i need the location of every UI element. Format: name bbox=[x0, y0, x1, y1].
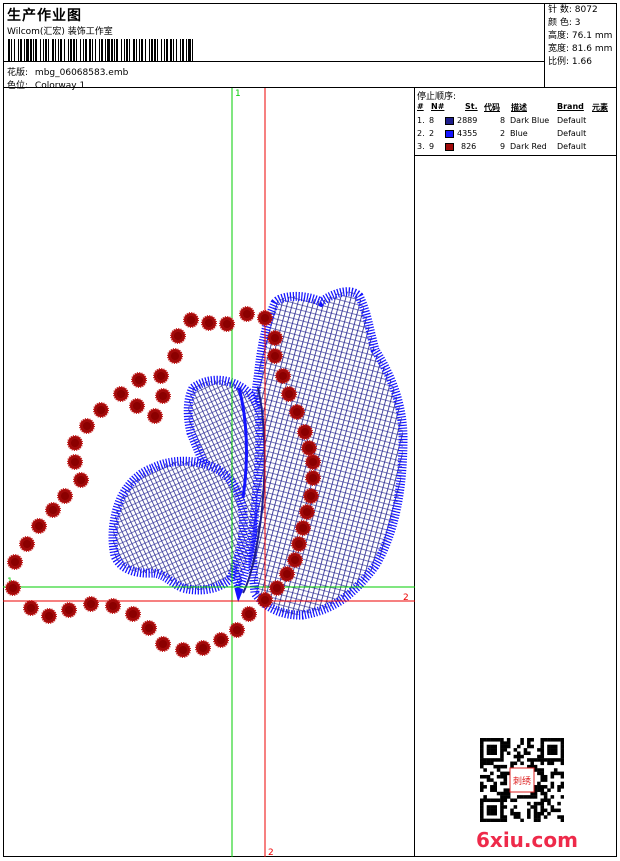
red-dot bbox=[303, 488, 319, 504]
red-dot bbox=[267, 348, 283, 364]
red-dot bbox=[287, 552, 303, 568]
red-dot bbox=[195, 640, 211, 656]
stat-scale: 比例: 1.66 bbox=[548, 57, 592, 67]
color-swatch bbox=[445, 117, 454, 125]
col-needle: N# bbox=[431, 102, 445, 111]
red-dot bbox=[113, 386, 129, 402]
header-panel: 生产作业图 Wilcom(汇宏) 装饰工作室 花版: mbg_06068583.… bbox=[3, 3, 545, 91]
red-dot bbox=[267, 330, 283, 346]
red-dot bbox=[297, 424, 313, 440]
guide-label-red-bottom: 2 bbox=[268, 848, 274, 857]
header-divider bbox=[3, 61, 544, 62]
red-dot bbox=[219, 316, 235, 332]
col-hash: # bbox=[417, 102, 424, 111]
red-dot bbox=[257, 310, 273, 326]
red-dot bbox=[305, 454, 321, 470]
design-file: 花版: mbg_06068583.emb bbox=[7, 65, 128, 78]
table-row: 3. 9 826 9 Dark Red Default bbox=[417, 142, 587, 151]
red-dot bbox=[147, 408, 163, 424]
red-dot bbox=[61, 602, 77, 618]
table-row: 1. 8 2889 8 Dark Blue Default bbox=[417, 116, 587, 125]
page-title: 生产作业图 bbox=[7, 8, 82, 24]
red-dot bbox=[291, 536, 307, 552]
stat-width: 宽度: 81.6 mm bbox=[548, 44, 613, 54]
red-dot bbox=[295, 520, 311, 536]
barcode bbox=[8, 39, 193, 62]
red-dot bbox=[299, 504, 315, 520]
design-canvas: 1 1 2 2 bbox=[3, 88, 415, 858]
red-dot bbox=[305, 470, 321, 486]
red-dot bbox=[239, 306, 255, 322]
stat-height: 高度: 76.1 mm bbox=[548, 31, 613, 41]
design-label: 花版: bbox=[7, 68, 29, 78]
red-dot bbox=[105, 598, 121, 614]
col-brand: Brand bbox=[557, 102, 584, 111]
red-dot bbox=[153, 368, 169, 384]
red-dot bbox=[167, 348, 183, 364]
red-dot bbox=[201, 315, 217, 331]
stat-colors: 颜 色: 3 bbox=[548, 18, 581, 28]
red-dot bbox=[229, 622, 245, 638]
red-dot bbox=[131, 372, 147, 388]
stitch-region-shell bbox=[108, 456, 248, 595]
company-name: Wilcom(汇宏) 装饰工作室 bbox=[7, 27, 113, 37]
stat-stitches: 针 数: 8072 bbox=[548, 5, 598, 15]
qr-seal: 刺绣 bbox=[513, 775, 531, 787]
red-dot bbox=[57, 488, 73, 504]
red-dot bbox=[23, 600, 39, 616]
red-dot bbox=[257, 592, 273, 608]
red-dot bbox=[301, 440, 317, 456]
red-dot bbox=[93, 402, 109, 418]
red-dot bbox=[5, 580, 21, 596]
red-dot bbox=[155, 636, 171, 652]
red-dot bbox=[7, 554, 23, 570]
red-dot bbox=[129, 398, 145, 414]
red-dot bbox=[67, 435, 83, 451]
guide-label-red-right: 2 bbox=[403, 593, 409, 603]
red-dot bbox=[183, 312, 199, 328]
red-dot bbox=[155, 388, 171, 404]
red-dot bbox=[175, 642, 191, 658]
red-dot bbox=[170, 328, 186, 344]
red-dot bbox=[83, 596, 99, 612]
col-element: 元素 bbox=[592, 103, 608, 112]
red-dot bbox=[141, 620, 157, 636]
red-dot bbox=[269, 580, 285, 596]
stop-sequence-table: 停止顺序: # N# St. 代码 描述 Brand 元素 1. 8 2889 … bbox=[415, 88, 617, 156]
qr-code: 刺绣 bbox=[480, 738, 564, 822]
col-stitches: St. bbox=[465, 102, 478, 111]
table-row: 2. 2 4355 2 Blue Default bbox=[417, 129, 587, 138]
red-dot bbox=[67, 454, 83, 470]
watermark: 6xiu.com bbox=[476, 828, 578, 852]
embroidery-preview: 1 1 2 2 bbox=[3, 88, 415, 858]
red-dot bbox=[31, 518, 47, 534]
red-dot bbox=[79, 418, 95, 434]
red-dot bbox=[41, 608, 57, 624]
design-value: mbg_06068583.emb bbox=[34, 68, 129, 78]
red-dot bbox=[241, 606, 257, 622]
red-dot bbox=[125, 606, 141, 622]
stats-panel: 针 数: 8072 颜 色: 3 高度: 76.1 mm 宽度: 81.6 mm… bbox=[545, 3, 617, 88]
red-dot bbox=[281, 386, 297, 402]
col-code: 代码 bbox=[484, 103, 500, 112]
red-dot bbox=[19, 536, 35, 552]
red-dot bbox=[45, 502, 61, 518]
red-dot bbox=[279, 566, 295, 582]
red-dot bbox=[213, 632, 229, 648]
red-dot bbox=[289, 404, 305, 420]
color-swatch bbox=[445, 143, 454, 151]
guide-label-green-top: 1 bbox=[235, 89, 241, 99]
red-dot bbox=[275, 368, 291, 384]
stop-sequence-label: 停止顺序: bbox=[417, 92, 457, 102]
color-swatch bbox=[445, 130, 454, 138]
col-description: 描述 bbox=[511, 103, 527, 112]
red-dot bbox=[73, 472, 89, 488]
